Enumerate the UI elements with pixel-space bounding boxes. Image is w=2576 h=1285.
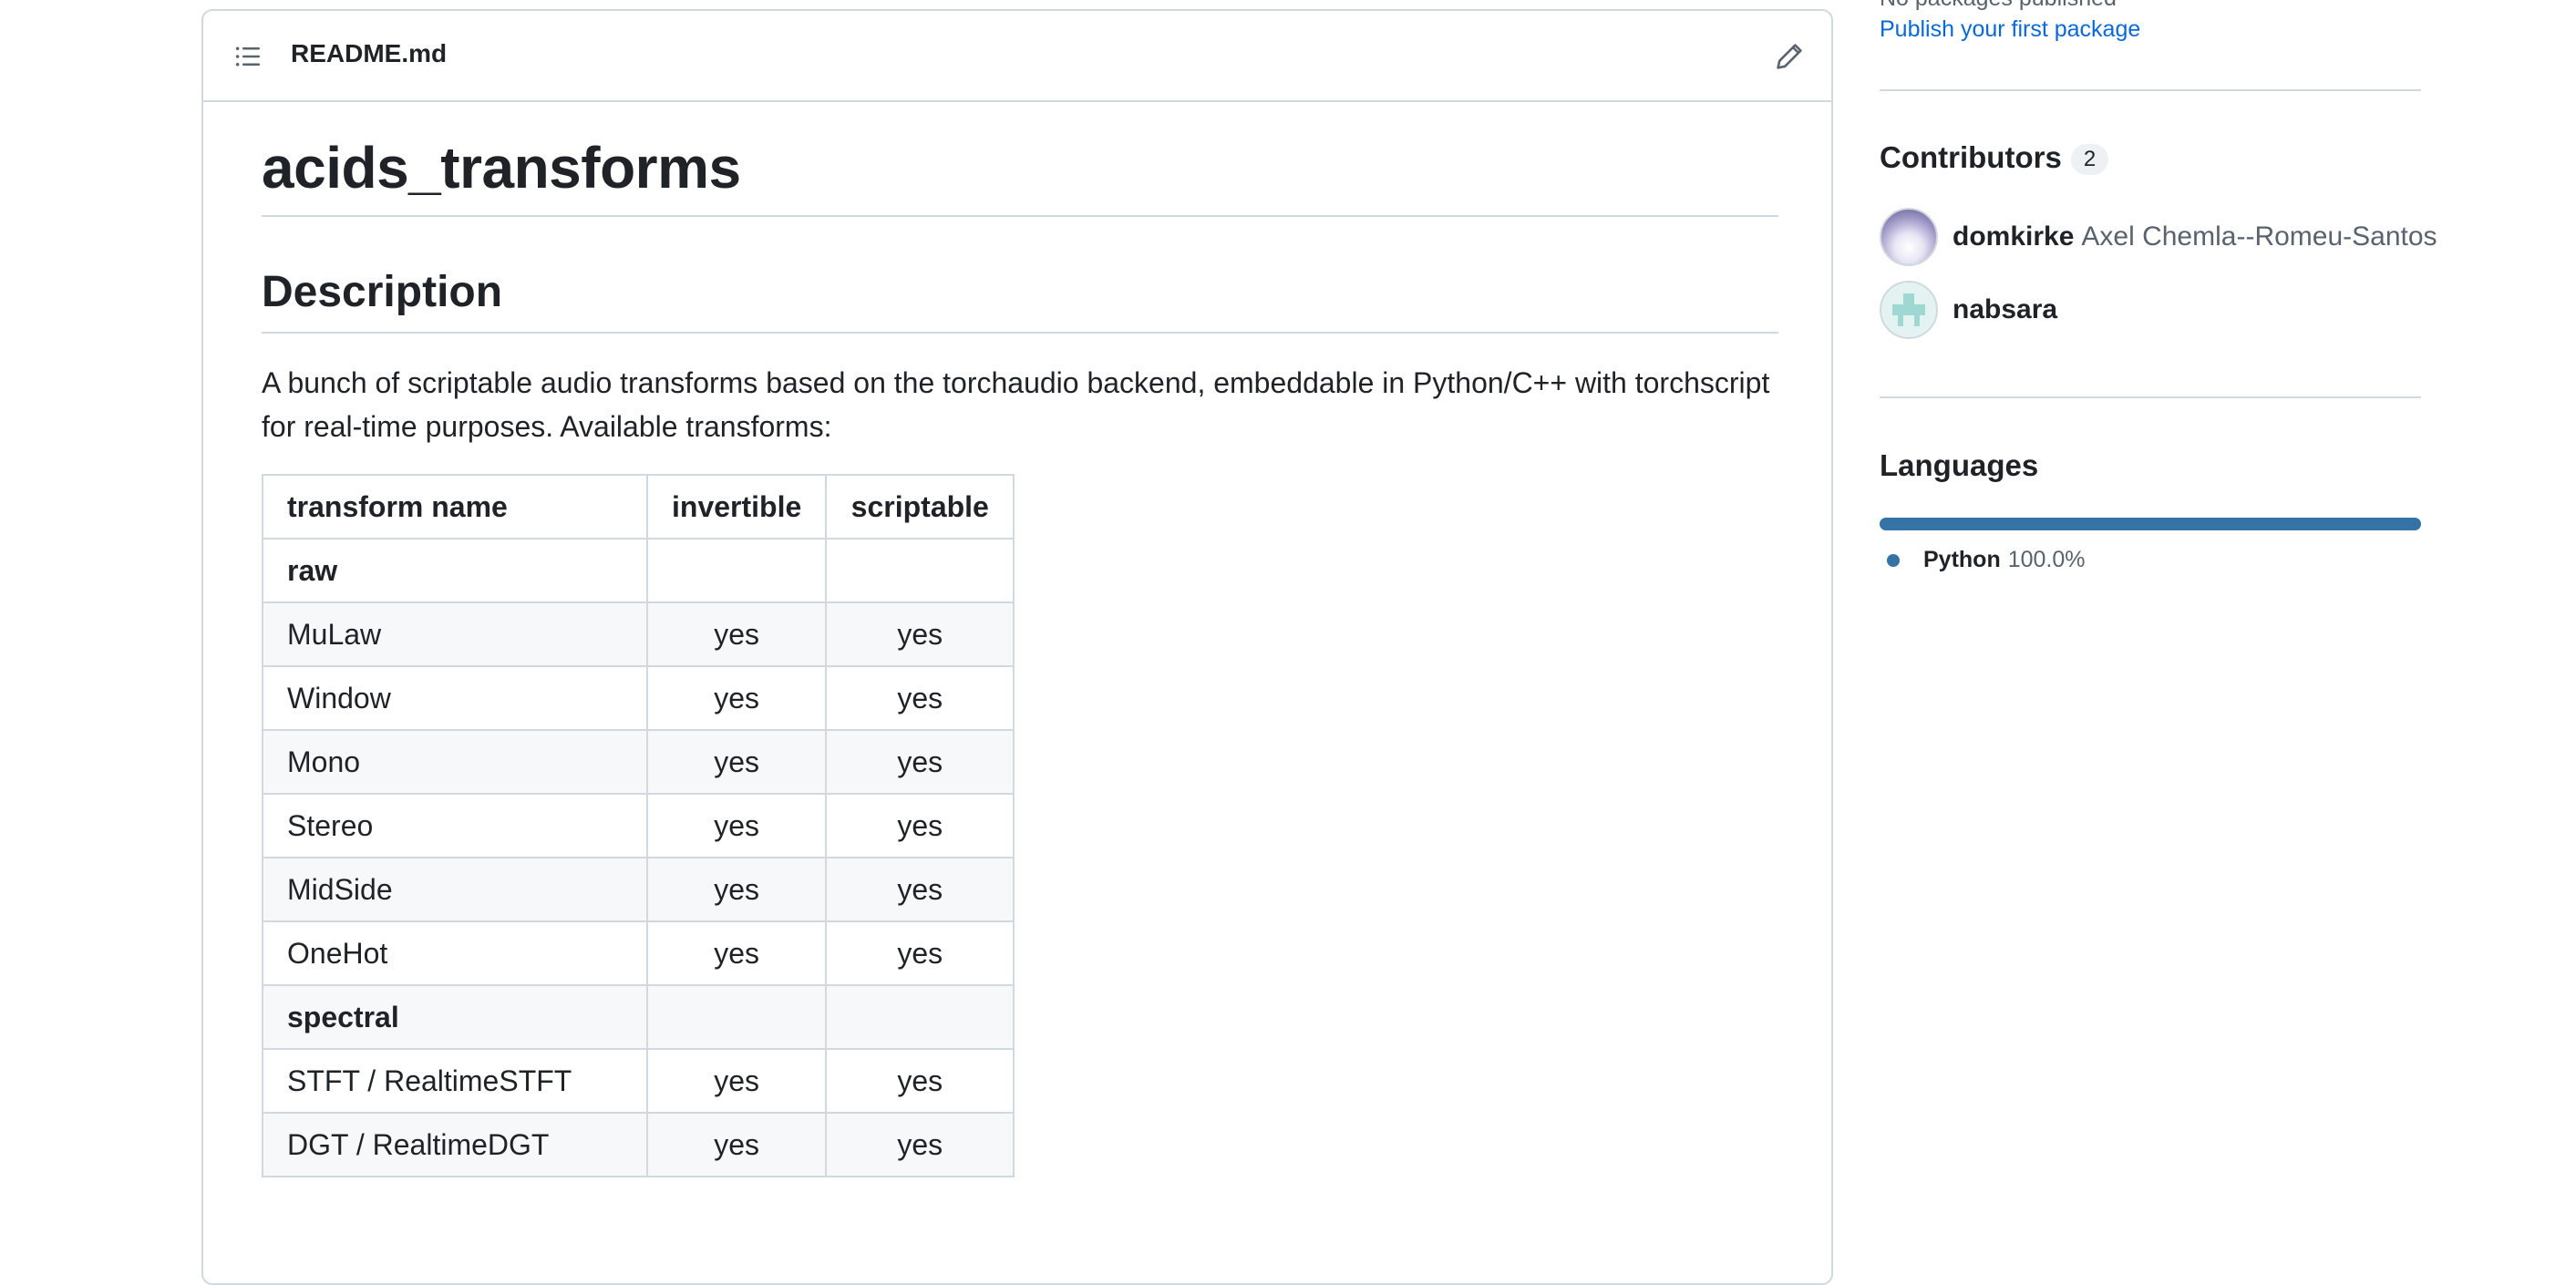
table-row: STFT / RealtimeSTFT yes yes: [262, 1048, 1015, 1114]
contributor-login[interactable]: domkirke: [1953, 221, 2074, 252]
section-heading: Description: [262, 217, 1778, 334]
cell-transform-name: raw: [262, 538, 648, 603]
cell-invertible: yes: [645, 665, 828, 731]
identicon-icon: [1892, 293, 1925, 326]
cell-invertible: yes: [645, 1112, 828, 1177]
column-header-transform-name: transform name: [262, 474, 648, 540]
cell-scriptable: yes: [825, 601, 1015, 667]
table-row: spectral: [262, 984, 1015, 1050]
language-color-dot: [1887, 553, 1900, 567]
language-name: Python: [1923, 547, 2001, 572]
publish-package-link[interactable]: Publish your first package: [1880, 16, 2140, 43]
transforms-table: transform name invertible scriptable raw…: [262, 474, 1015, 1177]
table-row: Stereo yes yes: [262, 793, 1015, 858]
contributor-login[interactable]: nabsara: [1953, 294, 2057, 325]
cell-transform-name: Window: [262, 665, 648, 731]
no-packages-text: No packages published: [1880, 0, 2117, 12]
contributors-title: Contributors: [1880, 140, 2062, 174]
contributors-count-badge: 2: [2070, 144, 2109, 176]
column-header-invertible: invertible: [645, 474, 828, 540]
avatar[interactable]: [1880, 281, 1938, 339]
cell-transform-name: Mono: [262, 729, 648, 795]
table-row: DGT / RealtimeDGT yes yes: [262, 1112, 1015, 1177]
cell-scriptable: yes: [825, 729, 1015, 795]
cell-transform-name: Stereo: [262, 793, 648, 858]
description-paragraph: A bunch of scriptable audio transforms b…: [262, 366, 1770, 443]
languages-heading: Languages: [1880, 448, 2039, 482]
readme-content: acids_transforms Description A bunch of …: [262, 102, 1778, 1177]
contributor-full-name: Axel Chemla--Romeu-Santos: [2081, 221, 2437, 252]
readme-header: README.md: [203, 11, 1831, 102]
table-row: MidSide yes yes: [262, 857, 1015, 922]
cell-scriptable: [825, 984, 1015, 1050]
column-header-scriptable: scriptable: [825, 474, 1015, 540]
sidebar-divider: [1880, 89, 2421, 91]
language-item[interactable]: Python 100.0%: [1887, 547, 2086, 573]
languages-progress-bar: [1880, 518, 2421, 530]
cell-invertible: yes: [645, 601, 828, 667]
cell-scriptable: yes: [825, 1048, 1015, 1114]
table-body: raw MuLaw yes yes Window yes yes Mono yes yes Ster…: [262, 538, 1015, 1177]
cell-scriptable: yes: [825, 920, 1015, 986]
list-unordered-icon[interactable]: [234, 44, 262, 69]
table-row: Mono yes yes: [262, 729, 1015, 795]
contributor-item[interactable]: nabsara: [1880, 280, 2057, 340]
cell-invertible: [645, 538, 828, 603]
cell-invertible: yes: [645, 1048, 828, 1114]
cell-transform-name: MidSide: [262, 857, 648, 922]
contributors-heading[interactable]: Contributors 2: [1880, 140, 2109, 176]
pencil-icon[interactable]: [1775, 42, 1804, 71]
cell-invertible: [645, 984, 828, 1050]
language-percent: 100.0%: [2007, 547, 2086, 572]
avatar[interactable]: [1880, 208, 1938, 266]
table-header-row: transform name invertible scriptable: [262, 474, 1015, 540]
cell-scriptable: yes: [825, 857, 1015, 922]
contributor-item[interactable]: domkirke Axel Chemla--Romeu-Santos: [1880, 207, 2437, 267]
readme-box: README.md acids_transforms Description A…: [201, 9, 1833, 1285]
cell-scriptable: yes: [825, 793, 1015, 858]
cell-transform-name: spectral: [262, 984, 648, 1050]
sidebar-divider: [1880, 396, 2421, 398]
table-row: OneHot yes yes: [262, 920, 1015, 986]
cell-scriptable: yes: [825, 1112, 1015, 1177]
table-row: raw: [262, 538, 1015, 603]
table-row: MuLaw yes yes: [262, 601, 1015, 667]
cell-invertible: yes: [645, 793, 828, 858]
readme-title: acids_transforms: [262, 102, 1778, 217]
readme-filename[interactable]: README.md: [291, 39, 447, 68]
cell-transform-name: STFT / RealtimeSTFT: [262, 1048, 648, 1114]
cell-transform-name: MuLaw: [262, 601, 648, 667]
cell-invertible: yes: [645, 857, 828, 922]
table-row: Window yes yes: [262, 665, 1015, 731]
cell-invertible: yes: [645, 729, 828, 795]
cell-scriptable: [825, 538, 1015, 603]
cell-transform-name: DGT / RealtimeDGT: [262, 1112, 648, 1177]
cell-transform-name: OneHot: [262, 920, 648, 986]
cell-invertible: yes: [645, 920, 828, 986]
cell-scriptable: yes: [825, 665, 1015, 731]
